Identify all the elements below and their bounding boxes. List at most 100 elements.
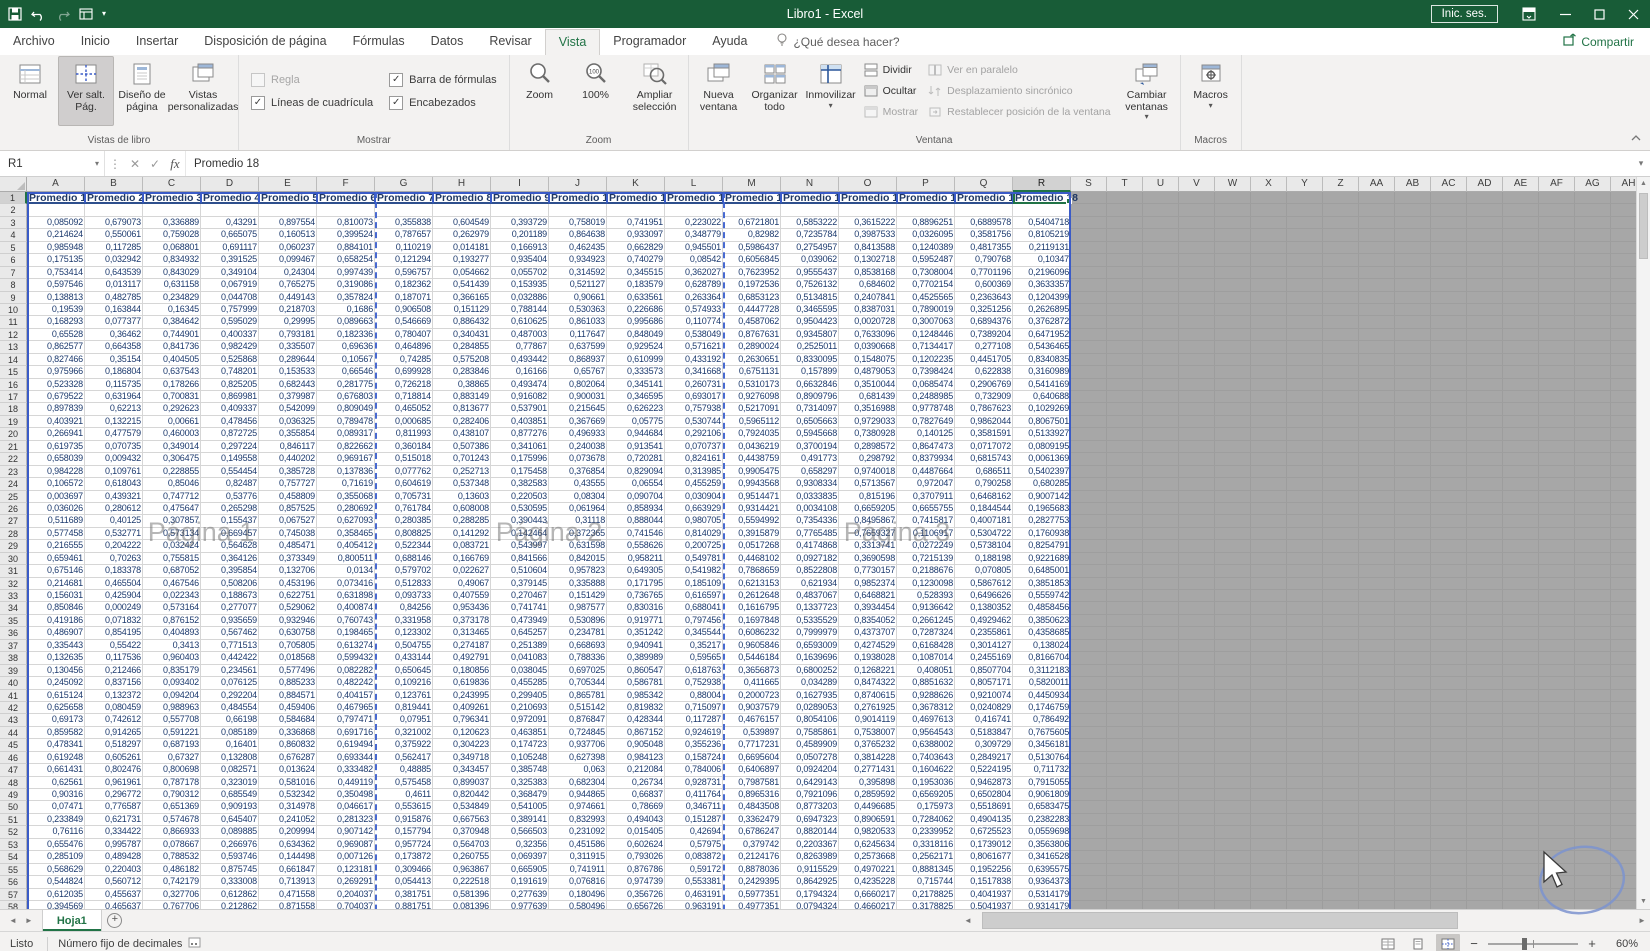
cell-O30[interactable]: 0,3690598 (839, 552, 897, 566)
cell-A10[interactable]: 0,19539 (27, 303, 85, 317)
cell-O35[interactable]: 0,8354052 (839, 614, 897, 628)
cell-M44[interactable]: 0,539897 (723, 726, 781, 740)
cell-G16[interactable]: 0,726218 (375, 378, 433, 391)
cell-Z20[interactable] (1323, 428, 1359, 441)
cell-Q50[interactable]: 0,5518691 (955, 801, 1013, 814)
cell-AA53[interactable] (1359, 838, 1395, 852)
cell-G34[interactable]: 0,84256 (375, 602, 433, 615)
cell-AE33[interactable] (1503, 590, 1539, 603)
cell-AC41[interactable] (1431, 689, 1467, 702)
cell-D16[interactable]: 0,825205 (201, 378, 259, 391)
row-header-7[interactable]: 7 (0, 266, 27, 280)
cell-M32[interactable]: 0,6213153 (723, 577, 781, 590)
cell-L14[interactable]: 0,433192 (665, 353, 723, 367)
cell-AA32[interactable] (1359, 577, 1395, 590)
cell-Z21[interactable] (1323, 440, 1359, 454)
cell-W20[interactable] (1215, 428, 1251, 441)
cell-Q9[interactable]: 0,2363643 (955, 291, 1013, 304)
cell-G51[interactable]: 0,915876 (375, 813, 433, 827)
cell-U26[interactable] (1143, 502, 1179, 516)
cell-Q10[interactable]: 0,3251256 (955, 303, 1013, 317)
cell-O15[interactable]: 0,4879053 (839, 366, 897, 379)
cell-W32[interactable] (1215, 577, 1251, 590)
cell-Y58[interactable] (1287, 900, 1323, 909)
cell-X7[interactable] (1251, 266, 1287, 280)
cell-P16[interactable]: 0,0685474 (897, 378, 955, 391)
cell-AC44[interactable] (1431, 726, 1467, 740)
cell-R2[interactable] (1013, 204, 1071, 217)
cell-M43[interactable]: 0,4676157 (723, 714, 781, 727)
cell-AD23[interactable] (1467, 465, 1503, 479)
cell-L27[interactable]: 0,980705 (665, 515, 723, 528)
cell-Q4[interactable]: 0,3581756 (955, 229, 1013, 242)
cell-B49[interactable]: 0,296772 (85, 789, 143, 802)
cell-M6[interactable]: 0,6056845 (723, 254, 781, 267)
cell-K8[interactable]: 0,183579 (607, 279, 665, 292)
cell-V33[interactable] (1179, 590, 1215, 603)
cell-F18[interactable]: 0,809049 (317, 403, 375, 416)
cell-D10[interactable]: 0,757999 (201, 303, 259, 317)
cell-AB13[interactable] (1395, 341, 1431, 354)
cell-I41[interactable]: 0,299405 (491, 689, 549, 702)
cell-T37[interactable] (1107, 639, 1143, 653)
cell-AC3[interactable] (1431, 216, 1467, 230)
cell-N45[interactable]: 0,4589909 (781, 739, 839, 752)
cell-AB49[interactable] (1395, 789, 1431, 802)
cell-S46[interactable] (1071, 751, 1107, 765)
cell-Y3[interactable] (1287, 216, 1323, 230)
cell-Y52[interactable] (1287, 826, 1323, 839)
cell-S3[interactable] (1071, 216, 1107, 230)
cell-W14[interactable] (1215, 353, 1251, 367)
cell-T20[interactable] (1107, 428, 1143, 441)
cell-AG55[interactable] (1575, 863, 1611, 877)
cell-G30[interactable]: 0,688146 (375, 552, 433, 566)
cell-D40[interactable]: 0,076125 (201, 677, 259, 690)
cell-M52[interactable]: 0,6786247 (723, 826, 781, 839)
cell-X40[interactable] (1251, 677, 1287, 690)
cell-Y47[interactable] (1287, 764, 1323, 777)
cell-L57[interactable]: 0,463191 (665, 888, 723, 901)
cell-L30[interactable]: 0,549781 (665, 552, 723, 566)
cell-AB15[interactable] (1395, 366, 1431, 379)
cell-AB5[interactable] (1395, 241, 1431, 255)
cell-AB42[interactable] (1395, 701, 1431, 715)
cell-S50[interactable] (1071, 801, 1107, 814)
cell-M14[interactable]: 0,2630651 (723, 353, 781, 367)
cell-N29[interactable]: 0,4174868 (781, 540, 839, 553)
cell-AC52[interactable] (1431, 826, 1467, 839)
macros-button[interactable]: Macros ▾ (1183, 56, 1239, 126)
cell-AA36[interactable] (1359, 627, 1395, 640)
cell-E49[interactable]: 0,532342 (259, 789, 317, 802)
cell-L1[interactable]: Promedio 12 (665, 192, 723, 205)
cell-E9[interactable]: 0,449143 (259, 291, 317, 304)
cell-L48[interactable]: 0,928731 (665, 776, 723, 789)
cell-O40[interactable]: 0,8474322 (839, 677, 897, 690)
cell-C17[interactable]: 0,700831 (143, 391, 201, 404)
cell-AC18[interactable] (1431, 403, 1467, 416)
cell-N27[interactable]: 0,7354336 (781, 515, 839, 528)
cell-AF4[interactable] (1539, 229, 1575, 242)
cell-N35[interactable]: 0,5335529 (781, 614, 839, 628)
cell-I11[interactable]: 0,610625 (491, 316, 549, 329)
cell-X27[interactable] (1251, 515, 1287, 528)
cell-R42[interactable]: 0,1746759 (1013, 701, 1071, 715)
cell-D29[interactable]: 0,564628 (201, 540, 259, 553)
cell-AE40[interactable] (1503, 677, 1539, 690)
cell-X52[interactable] (1251, 826, 1287, 839)
cell-AB55[interactable] (1395, 863, 1431, 877)
cell-D26[interactable]: 0,265298 (201, 502, 259, 516)
cell-A25[interactable]: 0,003697 (27, 490, 85, 503)
cell-J7[interactable]: 0,314592 (549, 266, 607, 280)
cell-I12[interactable]: 0,487003 (491, 328, 549, 342)
cell-F47[interactable]: 0,333482 (317, 764, 375, 777)
cell-AE48[interactable] (1503, 776, 1539, 789)
column-header-T[interactable]: T (1107, 177, 1143, 192)
cell-AD27[interactable] (1467, 515, 1503, 528)
cell-K26[interactable]: 0,858934 (607, 502, 665, 516)
cell-J24[interactable]: 0,43555 (549, 478, 607, 491)
cell-Q22[interactable]: 0,6815743 (955, 453, 1013, 466)
cell-Z16[interactable] (1323, 378, 1359, 391)
cell-O8[interactable]: 0,684602 (839, 279, 897, 292)
cell-E57[interactable]: 0,471558 (259, 888, 317, 901)
cell-AD42[interactable] (1467, 701, 1503, 715)
